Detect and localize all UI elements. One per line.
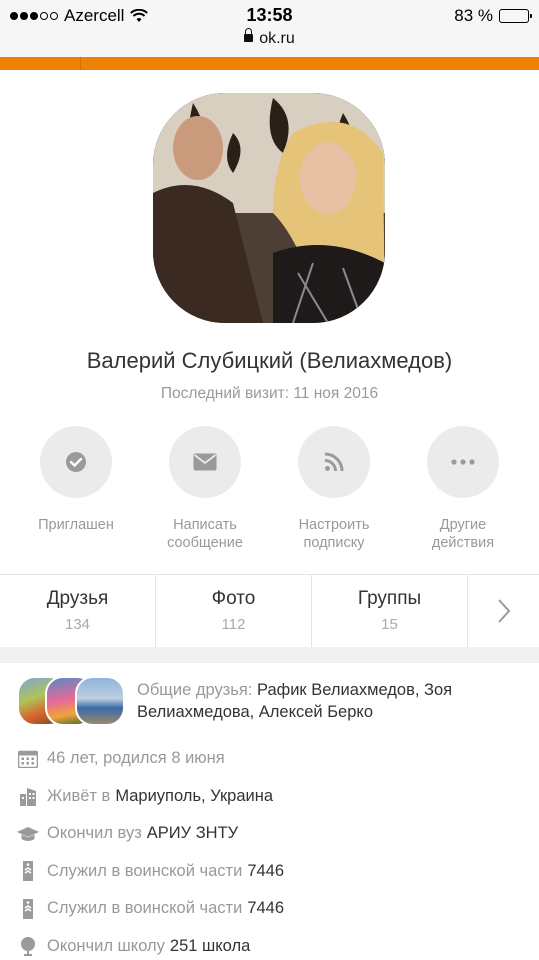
building-icon [17, 785, 39, 807]
info-value[interactable]: 7446 [247, 862, 284, 881]
tab-count: 112 [221, 616, 246, 633]
info-military-unit: Служил в воинской части 7446 [17, 890, 527, 928]
action-label: Настроить подписку [298, 517, 370, 551]
url-text: ok.ru [259, 30, 295, 47]
info-value[interactable]: Мариуполь, Украина [115, 787, 273, 806]
tab-count: 15 [381, 616, 398, 633]
info-value[interactable]: 251 школа [170, 937, 250, 956]
battery-icon [499, 9, 532, 23]
chevron-right-icon [497, 599, 510, 623]
calendar-icon [17, 748, 39, 770]
tab-photos[interactable]: Фото 112 [156, 575, 312, 647]
friend-avatar[interactable] [75, 676, 125, 726]
action-circle[interactable] [40, 426, 112, 498]
address-bar[interactable]: ok.ru [0, 28, 539, 48]
info-university: Окончил вуз АРИУ ЗНТУ [17, 815, 527, 853]
status-bar: Azercell 13:58 ok.ru 83 % [0, 0, 539, 57]
tab-title: Друзья [46, 588, 109, 609]
section-separator [0, 647, 539, 663]
tab-count: 134 [64, 616, 91, 633]
common-friends-avatars[interactable] [17, 676, 125, 726]
info-label: Служил в воинской части [47, 861, 243, 880]
profile-avatar[interactable] [153, 93, 385, 323]
profile-name: Валерий Слубицкий (Велиахмедов) [86, 348, 453, 373]
profile-tabs: Друзья 134 Фото 112 Группы 15 [0, 575, 539, 647]
info-school: Окончил школу 251 школа [17, 928, 527, 960]
last-visit: Последний визит: 11 ноя 2016 [160, 385, 379, 402]
military-icon [17, 898, 39, 920]
common-friends-text: Общие друзья: Рафик Велиахмедов, Зоя Вел… [137, 679, 522, 723]
more-dots-icon [451, 459, 475, 465]
action-label: Другие действия [431, 517, 495, 551]
info-label: Окончил вуз [47, 824, 142, 843]
envelope-icon [193, 453, 217, 471]
action-circle[interactable] [169, 426, 241, 498]
invited-button[interactable]: Приглашен [11, 426, 141, 534]
rss-icon [324, 452, 344, 472]
tab-groups[interactable]: Группы 15 [312, 575, 468, 647]
action-label: Написать сообщение [167, 517, 243, 551]
battery-percent: 83 % [454, 6, 493, 25]
subscription-settings-button[interactable]: Настроить подписку [269, 426, 399, 552]
tab-title: Группы [357, 588, 422, 609]
tab-friends[interactable]: Друзья 134 [0, 575, 156, 647]
profile-actions: Приглашен Написать сообщение Настроить п… [0, 426, 539, 556]
lock-icon [244, 28, 254, 42]
info-military-unit: Служил в воинской части 7446 [17, 853, 527, 891]
graduation-cap-icon [17, 823, 39, 845]
action-label: Приглашен [38, 517, 114, 533]
military-icon [17, 860, 39, 882]
info-birthday: 46 лет, родился 8 июня [17, 740, 527, 778]
action-circle[interactable] [298, 426, 370, 498]
common-friends-prefix: Общие друзья: [137, 681, 253, 699]
app-header-strip [0, 57, 539, 70]
profile-info-list: 46 лет, родился 8 июня Живёт в Мариуполь… [17, 740, 527, 960]
tabs-next-button[interactable] [468, 575, 539, 647]
avatar-photo [153, 93, 385, 323]
write-message-button[interactable]: Написать сообщение [140, 426, 270, 552]
info-residence: Живёт в Мариуполь, Украина [17, 778, 527, 816]
info-label: Служил в воинской части [47, 899, 243, 918]
info-label: Окончил школу [47, 936, 165, 955]
info-value: 46 лет, родился 8 июня [47, 749, 225, 768]
info-label: Живёт в [47, 786, 111, 805]
info-value[interactable]: 7446 [247, 899, 284, 918]
info-value[interactable]: АРИУ ЗНТУ [147, 824, 238, 843]
check-icon [66, 452, 86, 472]
status-right: 83 % [454, 6, 532, 26]
globe-icon [17, 935, 39, 957]
tab-title: Фото [211, 588, 256, 609]
action-circle[interactable] [427, 426, 499, 498]
more-actions-button[interactable]: Другие действия [398, 426, 528, 552]
